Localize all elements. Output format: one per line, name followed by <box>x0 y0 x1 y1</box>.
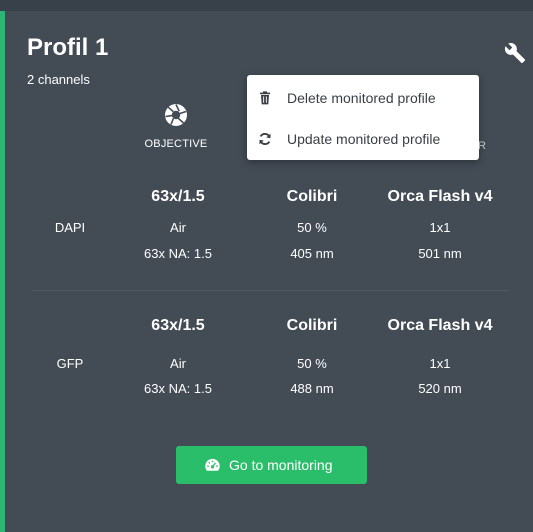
objective-header-label: OBJECTIVE <box>144 138 208 150</box>
profile-title: Profil 1 <box>27 34 109 61</box>
trash-icon <box>260 91 270 105</box>
wrench-icon[interactable] <box>504 42 526 64</box>
update-profile-menu-item[interactable]: Update monitored profile <box>247 121 479 159</box>
delete-profile-menu-item[interactable]: Delete monitored profile <box>247 80 479 118</box>
illumination-power: 50 % <box>297 356 327 371</box>
detector-binning: 1x1 <box>429 356 451 371</box>
profile-actions-menu: Delete monitored profile Update monitore… <box>247 75 479 160</box>
channel-label: GFP <box>56 356 84 371</box>
channel-divider <box>32 290 510 291</box>
objective-na: 63x NA: 1.5 <box>144 381 212 396</box>
delete-profile-label: Delete monitored profile <box>287 90 436 106</box>
objective-medium: Air <box>170 220 186 235</box>
refresh-icon <box>259 133 271 145</box>
detector-binning: 1x1 <box>429 220 451 235</box>
detector-wavelength: 501 nm <box>418 246 462 261</box>
detector-name: Orca Flash v4 <box>387 317 493 334</box>
channel-label: DAPI <box>54 220 86 235</box>
illumination-wavelength: 488 nm <box>290 381 334 396</box>
illumination-name: Colibri <box>286 188 338 205</box>
objective-medium: Air <box>170 356 186 371</box>
illumination-wavelength: 405 nm <box>290 246 334 261</box>
top-bar <box>0 0 533 11</box>
objective-na: 63x NA: 1.5 <box>144 246 212 261</box>
detector-header-partial: R <box>478 140 486 152</box>
illumination-power: 50 % <box>297 220 327 235</box>
detector-name: Orca Flash v4 <box>387 188 493 205</box>
update-profile-label: Update monitored profile <box>287 131 441 147</box>
dashboard-icon <box>205 458 220 471</box>
objective-column-header: OBJECTIVE <box>134 103 218 150</box>
go-to-monitoring-label: Go to monitoring <box>229 457 333 473</box>
channel-count: 2 channels <box>27 72 90 87</box>
aperture-icon <box>165 104 187 126</box>
go-to-monitoring-button[interactable]: Go to monitoring <box>176 446 367 484</box>
illumination-name: Colibri <box>286 317 338 334</box>
objective-name: 63x/1.5 <box>151 317 205 334</box>
objective-name: 63x/1.5 <box>151 188 205 205</box>
detector-wavelength: 520 nm <box>418 381 462 396</box>
